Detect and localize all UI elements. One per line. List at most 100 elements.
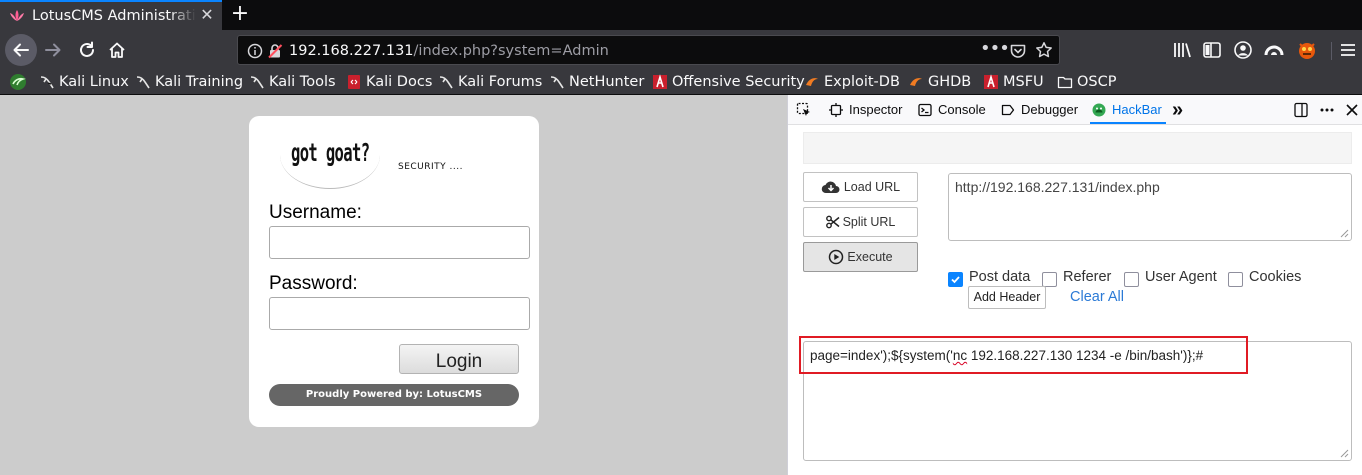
- bookmarks-toolbar: Kali Linux Kali Training Kali Tools Kali…: [0, 70, 1362, 95]
- sidebar-icon[interactable]: [1201, 39, 1223, 61]
- button-label: Execute: [847, 250, 893, 264]
- clear-all-link[interactable]: Clear All: [1070, 287, 1124, 307]
- bookmark-kali-forums[interactable]: Kali Forums: [438, 72, 542, 92]
- user-agent-checkbox[interactable]: [1124, 272, 1139, 287]
- bookmark-label: Kali Training: [155, 74, 244, 90]
- bookmark-kali-tools[interactable]: Kali Tools: [249, 72, 336, 92]
- post-data-option[interactable]: Post data: [948, 267, 1030, 287]
- pocket-icon[interactable]: [1009, 42, 1027, 60]
- page-actions-icon[interactable]: •••: [980, 39, 1010, 59]
- url-textarea[interactable]: http://192.168.227.131/index.php: [948, 173, 1352, 241]
- home-icon: [109, 42, 125, 58]
- bookmark-msfu[interactable]: MSFU: [983, 72, 1044, 92]
- bookmark-kali-linux[interactable]: Kali Linux: [39, 72, 129, 92]
- kali-icon: [439, 76, 453, 89]
- url-host: 192.168.227.131: [289, 43, 414, 59]
- add-header-button[interactable]: Add Header: [968, 286, 1046, 309]
- info-icon[interactable]: [247, 43, 263, 59]
- account-icon[interactable]: [1232, 39, 1254, 61]
- tab-label: Inspector: [849, 101, 903, 117]
- navigation-toolbar: 192.168.227.131/index.php?system=Admin •…: [0, 30, 1362, 70]
- kali-dragon-icon: [10, 74, 26, 90]
- debugger-icon: [1001, 104, 1015, 115]
- bookmark-label: GHDB: [928, 74, 972, 90]
- bookmark-offensive-security[interactable]: Offensive Security: [652, 72, 805, 92]
- cookies-checkbox[interactable]: [1228, 272, 1243, 287]
- tab-label: Console: [938, 101, 986, 117]
- bookmark-label: Exploit-DB: [824, 74, 900, 90]
- tab-title: LotusCMS Administration: [32, 8, 196, 24]
- extension-icon[interactable]: [1263, 39, 1285, 61]
- devtools-options-icon[interactable]: [1319, 102, 1335, 118]
- home-button[interactable]: [103, 36, 131, 64]
- login-card: got goat? SECURITY .... Username: Passwo…: [249, 116, 539, 427]
- post-data-checkbox[interactable]: [948, 272, 963, 287]
- url-bar[interactable]: 192.168.227.131/index.php?system=Admin •…: [237, 35, 1060, 65]
- tab-close-icon[interactable]: ✕: [198, 5, 216, 25]
- kali-docs-icon: [348, 75, 360, 89]
- tab-lotuscms[interactable]: LotusCMS Administration ✕: [0, 0, 222, 30]
- button-label: Split URL: [842, 215, 896, 229]
- bookmark-label: OSCP: [1077, 74, 1117, 90]
- option-label: Cookies: [1249, 269, 1302, 285]
- button-label: Load URL: [843, 180, 901, 194]
- bookmark-kali-dragon[interactable]: [9, 72, 31, 92]
- option-label: Post data: [969, 269, 1031, 285]
- menu-icon[interactable]: [1337, 39, 1359, 61]
- bookmark-ghdb[interactable]: GHDB: [908, 72, 971, 92]
- exploit-db-icon: [910, 78, 922, 86]
- url-value: http://192.168.227.131/index.php: [955, 179, 1160, 195]
- referer-checkbox[interactable]: [1042, 272, 1057, 287]
- logo-tagline: SECURITY ....: [398, 162, 463, 172]
- password-field[interactable]: [269, 297, 530, 330]
- cookies-option[interactable]: Cookies: [1228, 267, 1301, 287]
- more-tabs-icon[interactable]: »: [1172, 95, 1183, 124]
- insecure-lock-icon[interactable]: [267, 43, 283, 59]
- resize-grip-icon[interactable]: [1340, 229, 1349, 238]
- dock-toggle-icon[interactable]: [1293, 102, 1309, 118]
- url-text[interactable]: 192.168.227.131/index.php?system=Admin: [289, 41, 609, 61]
- bookmark-star-icon[interactable]: [1035, 41, 1053, 59]
- kali-icon: [250, 76, 264, 89]
- resize-grip-icon[interactable]: [1340, 449, 1349, 458]
- new-tab-button[interactable]: +: [228, 2, 252, 26]
- execute-button[interactable]: Execute: [803, 242, 918, 272]
- load-url-button[interactable]: Load URL: [803, 172, 918, 202]
- referer-option[interactable]: Referer: [1042, 267, 1111, 287]
- login-button[interactable]: Login: [399, 344, 519, 374]
- toolbar-separator: [1331, 42, 1332, 60]
- bookmark-label: Kali Docs: [366, 74, 433, 90]
- back-button[interactable]: [5, 34, 37, 66]
- inspector-icon: [829, 102, 843, 117]
- tab-label: Debugger: [1021, 101, 1079, 117]
- bookmark-oscp-folder[interactable]: OSCP: [1057, 72, 1117, 92]
- bookmark-kali-docs[interactable]: Kali Docs: [346, 72, 432, 92]
- tab-inspector[interactable]: Inspector: [829, 95, 902, 124]
- url-path: /index.php?system=Admin: [413, 43, 609, 59]
- tab-hackbar[interactable]: HackBar: [1092, 95, 1162, 124]
- user-agent-option[interactable]: User Agent: [1124, 267, 1217, 287]
- forward-button[interactable]: [39, 36, 67, 64]
- bookmark-exploit-db[interactable]: Exploit-DB: [804, 72, 900, 92]
- close-devtools-icon[interactable]: [1344, 102, 1360, 118]
- cloud-download-icon: [821, 181, 840, 194]
- devtools-toolbar: Inspector Console Debugger HackBar »: [788, 95, 1362, 125]
- hackbar-menu-bar: [803, 132, 1352, 164]
- forward-arrow-icon: [45, 43, 61, 57]
- tab-console[interactable]: Console: [918, 95, 986, 124]
- split-url-button[interactable]: Split URL: [803, 207, 918, 237]
- bookmark-nethunter[interactable]: NetHunter: [549, 72, 644, 92]
- offsec-icon: [653, 74, 667, 89]
- hackbar-extension-icon[interactable]: [1296, 39, 1318, 61]
- check-icon: [951, 276, 960, 284]
- tab-debugger[interactable]: Debugger: [1001, 95, 1078, 124]
- reload-button[interactable]: [73, 36, 101, 64]
- bookmark-label: MSFU: [1003, 74, 1044, 90]
- library-icon[interactable]: [1172, 39, 1194, 61]
- username-field[interactable]: [269, 226, 530, 259]
- site-logo: got goat?: [291, 138, 370, 167]
- option-label: Referer: [1063, 269, 1112, 285]
- bookmark-label: Kali Forums: [458, 74, 543, 90]
- bookmark-kali-training[interactable]: Kali Training: [135, 72, 243, 92]
- element-picker-icon[interactable]: [796, 102, 812, 118]
